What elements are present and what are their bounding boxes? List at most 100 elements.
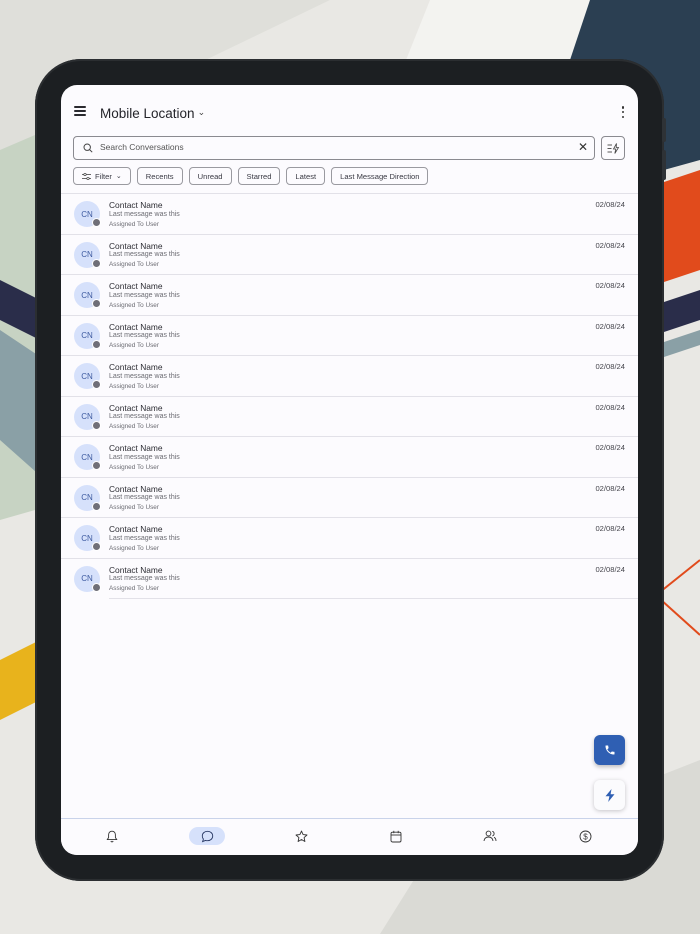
quick-action-button[interactable] [594, 780, 625, 810]
nav-notifications[interactable] [94, 827, 130, 845]
conversation-row[interactable]: CN Contact Name Last message was this As… [61, 517, 638, 559]
nav-payments[interactable]: $ [567, 827, 603, 845]
assigned-user: Assigned To User [109, 220, 159, 228]
hamburger-menu-icon[interactable] [74, 106, 86, 116]
quick-actions-button[interactable] [601, 136, 625, 160]
last-message: Last message was this [109, 575, 180, 582]
last-message: Last message was this [109, 251, 180, 258]
bell-icon [106, 830, 118, 842]
status-dot [92, 339, 101, 349]
conversation-row[interactable]: CN Contact Name Last message was this As… [61, 395, 638, 437]
status-dot [92, 299, 101, 308]
sliders-icon [82, 172, 91, 180]
message-date: 02/08/24 [595, 321, 625, 331]
call-button[interactable] [594, 735, 625, 765]
clear-icon[interactable]: ✕ [578, 141, 588, 153]
chip-unread[interactable]: Unread [188, 167, 232, 185]
page-title: Mobile Location [100, 106, 195, 121]
message-date: 02/08/24 [595, 564, 625, 574]
assigned-user: Assigned To User [109, 382, 159, 390]
nav-favorites[interactable] [283, 827, 319, 845]
contact-name: Contact Name [109, 483, 163, 494]
contact-name: Contact Name [109, 443, 163, 453]
contact-name: Contact Name [109, 564, 163, 575]
status-dot [92, 380, 101, 389]
assigned-user: Assigned To User [109, 301, 159, 309]
chat-icon [201, 830, 213, 842]
contacts-icon [483, 830, 497, 842]
chip-starred[interactable]: Starred [237, 167, 281, 185]
last-message: Last message was this [109, 291, 180, 299]
contact-name: Contact Name [109, 200, 163, 210]
contact-name: Contact Name [109, 524, 163, 534]
message-date: 02/08/24 [595, 483, 625, 493]
message-date: 02/08/24 [595, 443, 625, 452]
search-input[interactable]: Search Conversations ✕ [73, 136, 595, 160]
svg-text:$: $ [583, 832, 588, 841]
list-bolt-icon [607, 142, 619, 154]
status-dot [92, 501, 101, 511]
message-date: 02/08/24 [595, 240, 625, 250]
message-date: 02/08/24 [595, 362, 625, 371]
filter-chips: Filter ⌄ Recents Unread Starred Latest L… [73, 167, 429, 185]
contact-name: Contact Name [109, 362, 163, 372]
filter-label: Filter [95, 171, 112, 181]
status-dot [92, 582, 101, 592]
contact-name: Contact Name [109, 321, 163, 332]
last-message: Last message was this [109, 210, 180, 218]
assigned-user: Assigned To User [109, 504, 159, 511]
last-message: Last message was this [109, 413, 180, 420]
search-icon [83, 143, 93, 153]
status-dot [92, 420, 101, 430]
status-dot [92, 542, 101, 551]
calendar-icon [390, 830, 402, 842]
message-date: 02/08/24 [595, 200, 625, 209]
last-message: Last message was this [109, 494, 180, 501]
phone-icon [605, 745, 614, 755]
search-placeholder: Search Conversations [100, 142, 184, 152]
conversation-list: CN Contact Name Last message was this As… [61, 193, 638, 599]
nav-calendar[interactable] [378, 827, 414, 845]
assigned-user: Assigned To User [109, 544, 159, 552]
chevron-down-icon: ⌄ [197, 107, 206, 117]
conversation-row[interactable]: CN Contact Name Last message was this As… [61, 557, 638, 599]
conversation-row[interactable]: CN Contact Name Last message was this As… [61, 436, 638, 478]
last-message: Last message was this [109, 332, 180, 339]
last-message: Last message was this [109, 534, 180, 542]
nav-conversations[interactable] [189, 827, 225, 845]
contact-name: Contact Name [109, 240, 163, 251]
conversation-row[interactable]: CN Contact Name Last message was this As… [61, 274, 638, 316]
star-icon [295, 830, 307, 842]
conversation-row[interactable]: CN Contact Name Last message was this As… [61, 355, 638, 397]
conversation-row[interactable]: CN Contact Name Last message was this As… [61, 193, 638, 235]
status-dot [92, 461, 101, 470]
message-date: 02/08/24 [595, 402, 625, 412]
more-options-icon[interactable] [621, 106, 625, 118]
bolt-icon [605, 788, 614, 802]
row-divider [109, 598, 638, 599]
chip-recents[interactable]: Recents [136, 167, 183, 185]
assigned-user: Assigned To User [109, 585, 159, 592]
contact-name: Contact Name [109, 281, 163, 291]
nav-contacts[interactable] [472, 827, 508, 845]
contact-name: Contact Name [109, 402, 163, 413]
message-date: 02/08/24 [595, 524, 625, 533]
app-bar: Mobile Location ⌄ [61, 85, 638, 133]
app-screen: Mobile Location ⌄ Search Conversations ✕ [61, 85, 638, 855]
side-button-bottom [662, 150, 666, 180]
status-dot [92, 258, 101, 268]
conversation-row[interactable]: CN Contact Name Last message was this As… [61, 476, 638, 518]
conversation-row[interactable]: CN Contact Name Last message was this As… [61, 314, 638, 356]
location-selector[interactable]: Mobile Location ⌄ [100, 106, 205, 121]
filter-button[interactable]: Filter ⌄ [73, 167, 131, 185]
conversation-row[interactable]: CN Contact Name Last message was this As… [61, 233, 638, 275]
chip-last-message-direction[interactable]: Last Message Direction [331, 167, 429, 185]
chevron-down-icon: ⌄ [115, 173, 122, 180]
status-dot [92, 218, 101, 227]
assigned-user: Assigned To User [109, 463, 159, 471]
chip-latest[interactable]: Latest [286, 167, 326, 185]
last-message: Last message was this [109, 372, 180, 380]
dollar-icon: $ [579, 830, 591, 842]
last-message: Last message was this [109, 453, 180, 461]
bottom-navigation: $ [61, 818, 638, 855]
